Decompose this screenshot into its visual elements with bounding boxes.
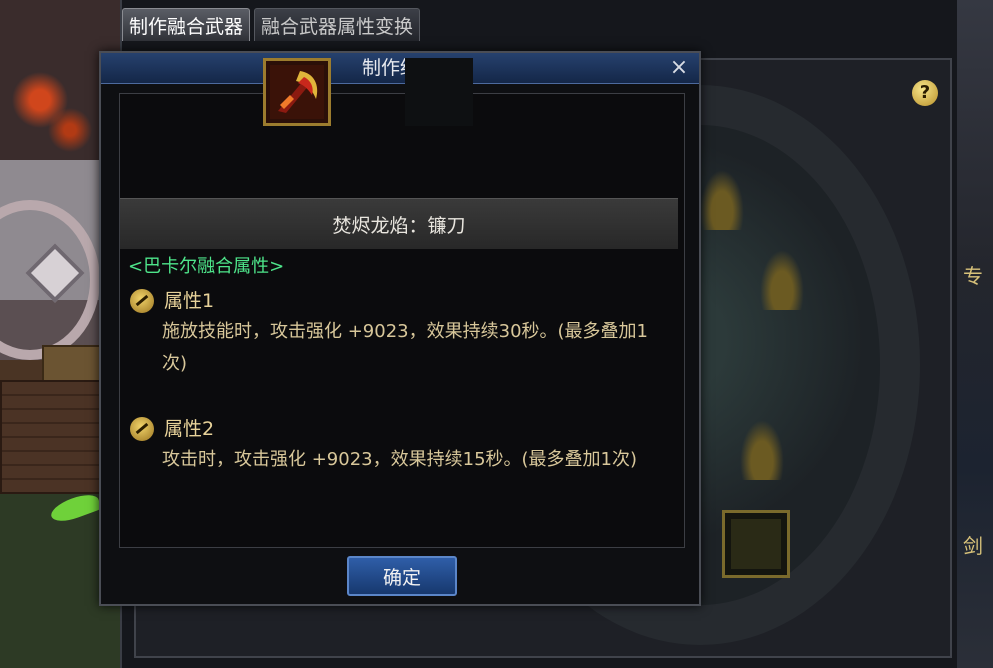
confirm-button[interactable]: 确定 [347, 556, 457, 596]
help-button[interactable]: ? [912, 80, 938, 106]
scythe-weapon-icon[interactable] [263, 58, 331, 126]
fusion-attribute-title: <巴卡尔融合属性> [128, 256, 285, 277]
scythe-icon [270, 65, 324, 119]
item-attribute-details: <巴卡尔融合属性> 属性1 施放技能时，攻击强化 +9023，效果持续30秒。(… [128, 252, 673, 476]
dialog-title: 制作结果 [361, 57, 438, 79]
material-slot[interactable] [722, 510, 790, 578]
attribute-name: 属性2 [164, 418, 215, 440]
tab-craft-fusion-weapon[interactable]: 制作融合武器 [122, 8, 251, 41]
flame-ornament [740, 420, 784, 480]
item-name: 焚烬龙焰：镰刀 [332, 214, 466, 237]
attribute-description: 施放技能时，攻击强化 +9023，效果持续30秒。(最多叠加1次) [162, 321, 648, 374]
side-glyph: 剑 [963, 534, 983, 558]
window-tabs: 制作融合武器 融合武器属性变换 [122, 8, 421, 44]
attribute-rune-icon [130, 289, 154, 313]
item-name-bar: 焚烬龙焰：镰刀 [120, 198, 678, 249]
dialog-titlebar[interactable]: 制作结果 × [101, 53, 699, 84]
attribute-name: 属性1 [164, 290, 215, 312]
tab-fusion-attribute-transform[interactable]: 融合武器属性变换 [254, 8, 421, 41]
side-panel-edge: 专 剑 [955, 0, 993, 668]
attribute-rune-icon [130, 417, 154, 441]
flame-ornament [700, 170, 744, 230]
flame-ornament [760, 250, 804, 310]
close-button[interactable]: × [667, 55, 691, 81]
attribute-header: 属性2 [128, 414, 673, 444]
empty-result-slot [405, 58, 473, 126]
plant-decoration [48, 490, 102, 526]
attribute-header: 属性1 [128, 286, 673, 316]
attribute-description: 攻击时，攻击强化 +9023，效果持续15秒。(最多叠加1次) [162, 449, 638, 470]
wooden-crate [0, 380, 104, 494]
side-glyph: 专 [963, 264, 983, 288]
